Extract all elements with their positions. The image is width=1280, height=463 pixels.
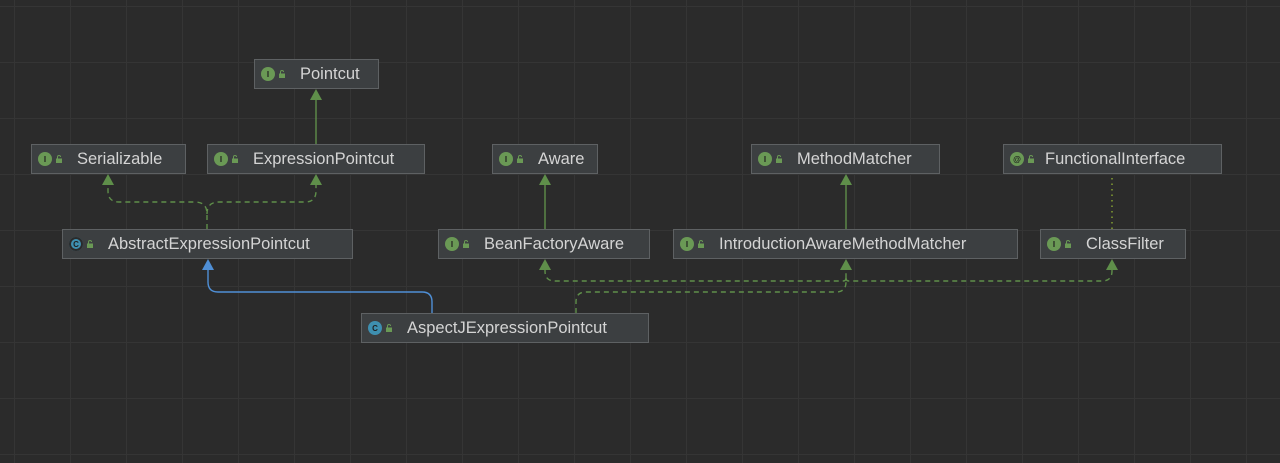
edge-line	[575, 269, 847, 313]
node-class-filter[interactable]: I ClassFilter	[1040, 229, 1186, 259]
class-icon: C	[368, 321, 382, 335]
interface-icon: I	[680, 237, 694, 251]
node-label: AbstractExpressionPointcut	[108, 234, 310, 253]
edge-arrowhead	[840, 259, 852, 270]
node-label: BeanFactoryAware	[484, 234, 625, 253]
node-abstract-expression-pointcut[interactable]: C AbstractExpressionPointcut	[62, 229, 353, 259]
node-serializable[interactable]: I Serializable	[31, 144, 186, 174]
lock-icon	[698, 240, 704, 248]
node-functional-interface[interactable]: @ FunctionalInterface	[1003, 144, 1222, 174]
diagram-canvas[interactable]: I Pointcut I Serializable I ExpressionPo…	[0, 0, 1280, 463]
node-aspectj-expression-pointcut[interactable]: C AspectJExpressionPointcut	[361, 313, 649, 343]
lock-icon	[232, 155, 238, 163]
node-label: Aware	[538, 149, 585, 168]
node-label: Serializable	[77, 149, 163, 168]
lock-icon	[56, 155, 62, 163]
lock-icon	[279, 70, 285, 78]
edge-arrowhead	[1106, 259, 1118, 270]
node-expression-pointcut[interactable]: I ExpressionPointcut	[207, 144, 425, 174]
lock-icon	[463, 240, 469, 248]
annotation-icon: @	[1010, 152, 1024, 166]
interface-icon: I	[445, 237, 459, 251]
node-label: IntroductionAwareMethodMatcher	[719, 234, 967, 253]
lock-icon	[517, 155, 523, 163]
node-introduction-aware-method-matcher[interactable]: I IntroductionAwareMethodMatcher	[673, 229, 1018, 259]
interface-icon: I	[214, 152, 228, 166]
lock-icon	[87, 240, 93, 248]
edge-line	[107, 184, 208, 229]
node-pointcut[interactable]: I Pointcut	[254, 59, 379, 89]
lock-icon	[1065, 240, 1071, 248]
interface-icon: I	[758, 152, 772, 166]
edge-arrowhead	[310, 174, 322, 185]
edge-arrowhead	[840, 174, 852, 185]
node-label: FunctionalInterface	[1045, 149, 1186, 168]
edge-arrowhead	[539, 259, 551, 270]
node-label: MethodMatcher	[797, 149, 912, 168]
edge-arrowhead	[539, 174, 551, 185]
lock-icon	[1028, 155, 1034, 163]
interface-icon: I	[499, 152, 513, 166]
edge-line	[206, 184, 317, 215]
edge-arrowhead	[102, 174, 114, 185]
edge-line	[544, 269, 847, 282]
node-method-matcher[interactable]: I MethodMatcher	[751, 144, 940, 174]
interface-icon: I	[1047, 237, 1061, 251]
node-bean-factory-aware[interactable]: I BeanFactoryAware	[438, 229, 650, 259]
edge-arrowhead	[310, 89, 322, 100]
node-label: AspectJExpressionPointcut	[407, 318, 607, 337]
node-label: Pointcut	[300, 64, 360, 83]
edge-arrowhead	[202, 259, 214, 270]
node-aware[interactable]: I Aware	[492, 144, 598, 174]
edge-line	[207, 269, 433, 313]
interface-icon: I	[261, 67, 275, 81]
lock-icon	[776, 155, 782, 163]
node-label: ExpressionPointcut	[253, 149, 395, 168]
abstract-class-icon: C	[69, 237, 83, 251]
lock-icon	[386, 324, 392, 332]
interface-icon: I	[38, 152, 52, 166]
node-label: ClassFilter	[1086, 234, 1164, 253]
edge-line	[845, 269, 1113, 282]
